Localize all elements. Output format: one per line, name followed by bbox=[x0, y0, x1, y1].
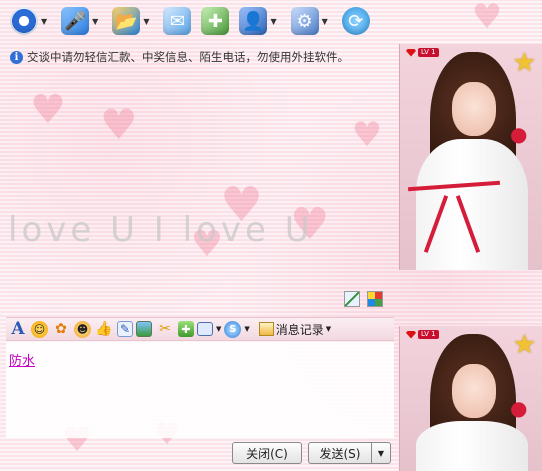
file-transfer-button[interactable]: 📂 ▼ bbox=[112, 7, 157, 35]
level-label: LV 1 bbox=[418, 48, 439, 57]
screenshot-icon[interactable]: ✂ bbox=[155, 319, 175, 339]
thumbs-up-icon[interactable]: 👍 bbox=[94, 319, 114, 339]
gem-icon bbox=[406, 48, 416, 57]
chat-window: ♥ ♥ ♥ ♥ ♥ ♥ ♥ ♥ ♥ ▼ 🎤 ▼ 📂 ▼ ✉ ✚ 👤 ▼ ⚙ bbox=[0, 0, 542, 471]
send-button-label: 发送(S) bbox=[319, 446, 361, 461]
close-button-label: 关闭(C) bbox=[246, 446, 288, 461]
main-toolbar: ▼ 🎤 ▼ 📂 ▼ ✉ ✚ 👤 ▼ ⚙ ▼ ⟳ bbox=[0, 0, 400, 42]
chevron-down-icon[interactable]: ▼ bbox=[244, 325, 249, 333]
webcam-icon bbox=[10, 7, 38, 35]
notice-text: 交谈中请勿轻信汇款、中奖信息、陌生电话，勿使用外挂软件。 bbox=[27, 50, 349, 64]
strawberry-icon: ● bbox=[510, 122, 528, 146]
chevron-down-icon[interactable]: ▼ bbox=[270, 17, 276, 26]
star-icon: ★ bbox=[512, 330, 536, 360]
mail-icon: ✉ bbox=[163, 7, 192, 35]
chevron-down-icon[interactable]: ▼ bbox=[322, 17, 328, 26]
message-record-label: 消息记录 bbox=[275, 322, 324, 337]
love-watermark: love U I love U bbox=[8, 210, 314, 250]
refresh-icon: ⟳ bbox=[341, 7, 370, 35]
level-badge: LV 1 bbox=[406, 48, 439, 57]
chevron-down-icon[interactable]: ▼ bbox=[143, 17, 149, 26]
send-options-button[interactable]: ▼ bbox=[371, 442, 391, 464]
bottom-bar: 关闭(C) 发送(S) ▼ bbox=[6, 440, 394, 464]
message-input[interactable]: 防水 bbox=[6, 342, 394, 438]
photo-face bbox=[452, 82, 496, 136]
image-icon[interactable] bbox=[136, 321, 152, 337]
contact-card-button[interactable]: 👤 ▼ bbox=[239, 7, 284, 35]
close-button[interactable]: 关闭(C) bbox=[232, 442, 302, 464]
gem-icon bbox=[406, 330, 416, 339]
star-icon: ★ bbox=[512, 48, 536, 78]
own-photo[interactable]: ● LV 1 ★ bbox=[399, 326, 542, 471]
chevron-down-icon: ▼ bbox=[377, 448, 385, 458]
chevron-down-icon[interactable]: ▼ bbox=[216, 325, 221, 333]
resize-icon[interactable] bbox=[344, 291, 360, 307]
refresh-button[interactable]: ⟳ bbox=[341, 7, 370, 35]
microphone-icon: 🎤 bbox=[61, 7, 90, 35]
microphone-button[interactable]: 🎤 ▼ bbox=[61, 7, 106, 35]
chevron-down-icon[interactable]: ▼ bbox=[92, 17, 98, 26]
contact-card-icon: 👤 bbox=[239, 7, 268, 35]
message-record-icon bbox=[258, 322, 274, 336]
font-icon[interactable]: A bbox=[8, 319, 28, 339]
send-button[interactable]: 发送(S) bbox=[308, 442, 372, 464]
add-app-button[interactable]: ✚ bbox=[201, 7, 230, 35]
soso-icon[interactable]: S bbox=[224, 320, 242, 338]
folder-transfer-icon: 📂 bbox=[112, 7, 141, 35]
security-notice: i 交谈中请勿轻信汇款、中奖信息、陌生电话，勿使用外挂软件。 bbox=[10, 48, 390, 66]
settings-button[interactable]: ⚙ ▼ bbox=[290, 7, 336, 35]
input-toolbar: A ☺ ✿ ☻ 👍 ✎ ✂ ✚ ▼ S ▼ 消息记录 ▼ bbox=[6, 317, 394, 341]
heart-decoration: ♥ bbox=[471, 0, 503, 37]
contact-photo[interactable]: ● LV 1 ★ bbox=[399, 44, 542, 270]
level-label: LV 1 bbox=[418, 330, 439, 339]
message-history[interactable]: love U I love U bbox=[6, 70, 394, 315]
add-app-icon: ✚ bbox=[201, 7, 230, 35]
chevron-down-icon[interactable]: ▼ bbox=[41, 17, 47, 26]
message-record-button[interactable]: 消息记录 ▼ bbox=[258, 321, 332, 338]
screen-share-icon[interactable] bbox=[197, 322, 213, 336]
emoticon-icon[interactable]: ☺ bbox=[31, 320, 48, 338]
gift-icon[interactable]: ✚ bbox=[178, 321, 194, 337]
input-text: 防水 bbox=[9, 354, 36, 369]
chevron-down-icon: ▼ bbox=[325, 325, 332, 333]
strawberry-icon: ● bbox=[510, 396, 528, 420]
edit-icon[interactable]: ✎ bbox=[117, 321, 133, 337]
webcam-button[interactable]: ▼ bbox=[10, 7, 55, 35]
photo-dress bbox=[416, 421, 528, 471]
magic-emoticon-icon[interactable]: ✿ bbox=[51, 319, 71, 339]
color-palette-icon[interactable] bbox=[367, 291, 383, 307]
photo-face bbox=[452, 364, 496, 418]
settings-icon: ⚙ bbox=[290, 7, 319, 35]
info-icon: i bbox=[10, 50, 23, 64]
mail-button[interactable]: ✉ bbox=[163, 7, 192, 35]
level-badge: LV 1 bbox=[406, 330, 439, 339]
gift-emoticon-icon[interactable]: ☻ bbox=[74, 320, 91, 338]
photo-dress bbox=[416, 139, 528, 270]
